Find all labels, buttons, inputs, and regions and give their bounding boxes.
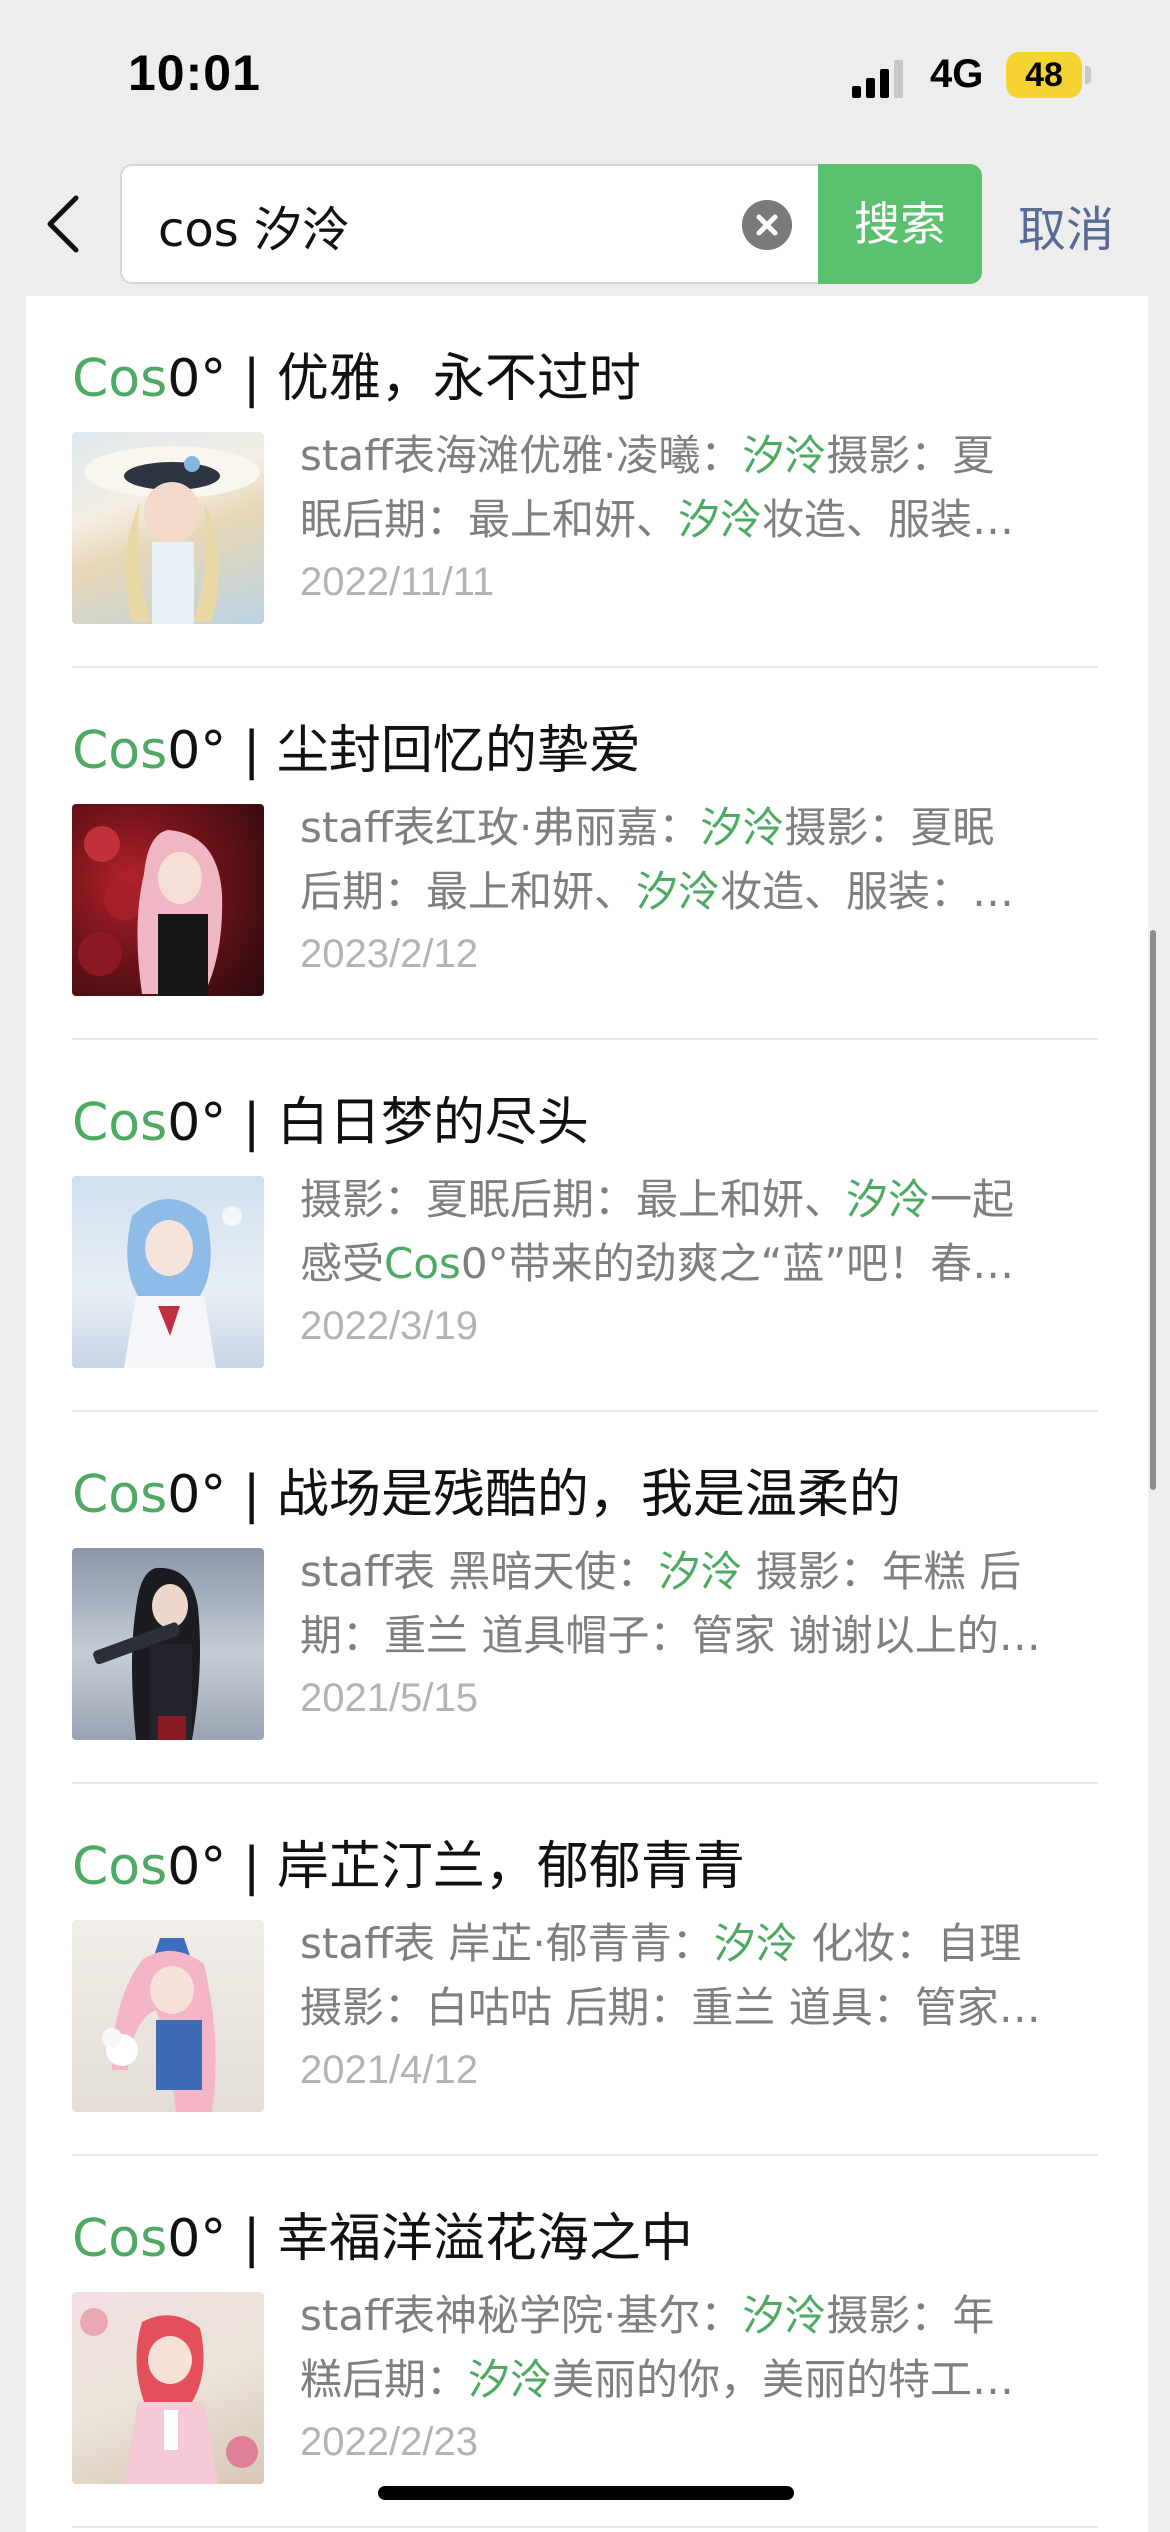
result-thumbnail[interactable] (72, 1920, 264, 2112)
result-snippet: 摄影：夏眠后期：最上和妍、汐泠一起 感受Cos0°带来的劲爽之“蓝”吧！春… (300, 1175, 1015, 1288)
title-text: 0° | 优雅，永不过时 (167, 349, 641, 409)
result-item[interactable]: Cos0° | 幸福洋溢花海之中 staff表神秘学院·基尔：汐泠摄影：年 糕后… (72, 2156, 1098, 2528)
result-title: Cos0° | 战场是残酷的，我是温柔的 (72, 1452, 901, 1527)
snippet-highlight: 汐泠 (713, 1919, 798, 1968)
result-snippet: staff表海滩优雅·凌曦：汐泠摄影：夏 眠后期：最上和妍、汐泠妆造、服装… (300, 431, 1015, 544)
snippet-highlight: 汐泠 (846, 1175, 931, 1224)
result-date: 2022/3/19 (300, 1304, 478, 1348)
result-title: Cos0° | 优雅，永不过时 (72, 336, 641, 411)
snippet-highlight: 汐泠 (468, 2355, 553, 2404)
battery-tip (1085, 66, 1091, 84)
title-text: 0° | 岸芷汀兰，郁郁青青 (167, 1837, 745, 1897)
title-highlight: Cos (72, 1465, 168, 1525)
title-text: 0° | 战场是残酷的，我是温柔的 (167, 1465, 901, 1525)
result-thumbnail[interactable] (72, 1176, 264, 1368)
result-thumbnail[interactable] (72, 432, 264, 624)
search-input[interactable] (158, 192, 718, 258)
snippet-highlight: 汐泠 (742, 2291, 827, 2340)
result-date: 2021/4/12 (300, 2048, 478, 2092)
snippet-highlight: 汐泠 (678, 495, 763, 544)
snippet-highlight: 汐泠 (742, 431, 827, 480)
result-item[interactable]: Cos0° | 尘封回忆的挚爱 staff表红玫·弗丽嘉：汐泠摄影：夏眠 后期：… (72, 668, 1098, 1040)
search-header: 搜索 取消 (0, 150, 1170, 296)
result-date: 2022/11/11 (300, 560, 495, 604)
scrollbar[interactable] (1150, 930, 1156, 1490)
result-snippet: staff表 黑暗天使：汐泠 摄影：年糕 后 期：重兰 道具帽子：管家 谢谢以上… (300, 1547, 1041, 1660)
result-title: Cos0° | 幸福洋溢花海之中 (72, 2196, 693, 2271)
title-highlight: Cos (72, 1093, 168, 1153)
title-text: 0° | 尘封回忆的挚爱 (167, 721, 641, 781)
result-title: Cos0° | 白日梦的尽头 (72, 1080, 589, 1155)
result-date: 2023/2/12 (300, 932, 478, 976)
title-highlight: Cos (72, 349, 168, 409)
result-snippet: staff表神秘学院·基尔：汐泠摄影：年 糕后期：汐泠美丽的你，美丽的特工… (300, 2291, 1015, 2404)
result-item[interactable]: Cos0° | 白日梦的尽头 摄影：夏眠后期：最上和妍、汐泠一起 感受Cos0°… (72, 1040, 1098, 1412)
result-item[interactable]: Cos0° | 优雅，永不过时 staff表海滩优雅·凌曦：汐泠摄影：夏 眠后期… (72, 296, 1098, 668)
title-highlight: Cos (72, 721, 168, 781)
title-highlight: Cos (72, 1837, 168, 1897)
clear-icon[interactable] (742, 200, 792, 250)
result-item[interactable]: Cos0° | 岸芷汀兰，郁郁青青 staff表 岸芷·郁青青：汐泠 化妆：自理… (72, 1784, 1098, 2156)
result-thumbnail[interactable] (72, 804, 264, 996)
snippet-highlight: Cos (384, 1239, 461, 1288)
title-text: 0° | 幸福洋溢花海之中 (167, 2209, 693, 2269)
result-item[interactable]: Cos0° | 战场是残酷的，我是温柔的 staff表 黑暗天使：汐泠 摄影：年… (72, 1412, 1098, 1784)
home-indicator[interactable] (378, 2486, 794, 2500)
status-time: 10:01 (128, 45, 261, 101)
title-text: 0° | 白日梦的尽头 (167, 1093, 589, 1153)
network-type: 4G (930, 52, 984, 96)
result-title: Cos0° | 岸芷汀兰，郁郁青青 (72, 1824, 745, 1899)
result-thumbnail[interactable] (72, 1548, 264, 1740)
search-button[interactable]: 搜索 (818, 164, 982, 284)
snippet-highlight: 汐泠 (700, 803, 785, 852)
battery-icon: 48 (1006, 52, 1082, 98)
snippet-highlight: 汐泠 (636, 867, 721, 916)
result-thumbnail[interactable] (72, 2292, 264, 2484)
title-highlight: Cos (72, 2209, 168, 2269)
result-title: Cos0° | 尘封回忆的挚爱 (72, 708, 641, 783)
search-box (120, 164, 820, 284)
status-bar: 10:01 4G 48 (0, 0, 1170, 150)
result-snippet: staff表 岸芷·郁青青：汐泠 化妆：自理 摄影：白咕咕 后期：重兰 道具：管… (300, 1919, 1041, 2032)
snippet-highlight: 汐泠 (658, 1547, 743, 1596)
cancel-button[interactable]: 取消 (1018, 190, 1114, 260)
result-date: 2022/2/23 (300, 2420, 478, 2464)
result-date: 2021/5/15 (300, 1676, 478, 1720)
search-results-list: Cos0° | 优雅，永不过时 staff表海滩优雅·凌曦：汐泠摄影：夏 眠后期… (26, 296, 1148, 2532)
back-chevron-icon[interactable] (40, 192, 90, 256)
result-snippet: staff表红玫·弗丽嘉：汐泠摄影：夏眠 后期：最上和妍、汐泠妆造、服装：… (300, 803, 1015, 916)
signal-strength-icon (852, 60, 903, 98)
